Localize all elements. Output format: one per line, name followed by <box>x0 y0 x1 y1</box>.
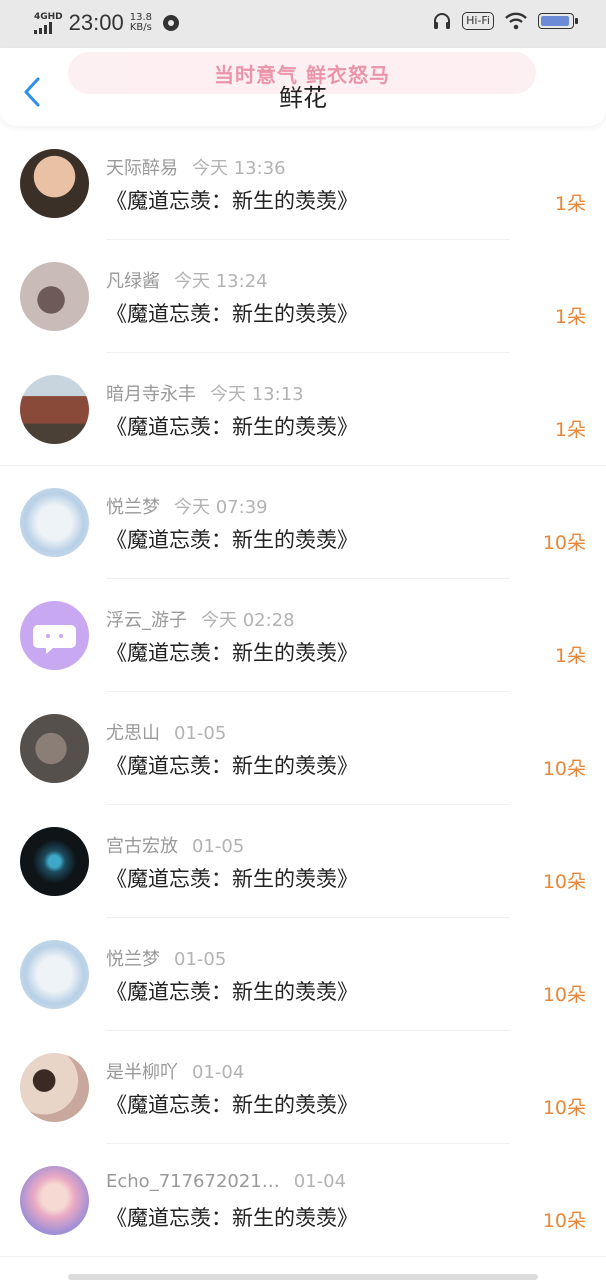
username[interactable]: 宫古宏放 <box>106 836 178 857</box>
user-line: 宫古宏放 01-05 <box>106 832 244 858</box>
book-title[interactable]: 《魔道忘羡：新生的羡羡》 <box>106 1202 358 1232</box>
avatar[interactable] <box>20 149 89 218</box>
book-title[interactable]: 《魔道忘羡：新生的羡羡》 <box>106 524 358 554</box>
avatar[interactable] <box>20 375 89 444</box>
avatar[interactable] <box>20 714 89 783</box>
flower-count: 1朵 <box>554 419 586 441</box>
battery-icon <box>538 13 578 29</box>
flower-count: 10朵 <box>542 758 586 780</box>
username[interactable]: 暗月寺永丰 <box>106 384 196 405</box>
user-line: 是半柳吖 01-04 <box>106 1058 244 1084</box>
book-title[interactable]: 《魔道忘羡：新生的羡羡》 <box>106 637 358 667</box>
user-line: 天际醉易 今天 13:36 <box>106 154 286 180</box>
book-title[interactable]: 《魔道忘羡：新生的羡羡》 <box>106 863 358 893</box>
list-item[interactable]: 天际醉易 今天 13:36 《魔道忘羡：新生的羡羡》 1朵 <box>0 127 606 240</box>
network-type: 4GHD <box>34 11 63 22</box>
flower-count: 10朵 <box>542 1097 586 1119</box>
avatar[interactable] <box>20 940 89 1009</box>
status-bar: 4GHD 23:00 13.8 KB/s Hi-Fi <box>0 0 606 48</box>
flower-count: 1朵 <box>554 193 586 215</box>
timestamp: 01-05 <box>192 836 245 857</box>
book-title[interactable]: 《魔道忘羡：新生的羡羡》 <box>106 298 358 328</box>
hifi-badge: Hi-Fi <box>462 12 494 30</box>
speed-unit: KB/s <box>129 22 152 33</box>
app-notification-icon <box>162 15 179 31</box>
timestamp: 01-04 <box>192 1062 245 1083</box>
timestamp: 今天 13:13 <box>210 384 304 405</box>
flower-count: 10朵 <box>542 871 586 893</box>
headphones-icon <box>434 13 451 29</box>
username[interactable]: 浮云_游子 <box>106 610 187 631</box>
book-title[interactable]: 《魔道忘羡：新生的羡羡》 <box>106 411 358 441</box>
timestamp: 01-05 <box>174 723 227 744</box>
flower-count: 10朵 <box>542 1210 586 1232</box>
chat-bubble-icon <box>33 625 76 654</box>
list-item[interactable]: 悦兰梦 01-05 《魔道忘羡：新生的羡羡》 10朵 <box>0 918 606 1031</box>
user-line: Echo_717672021… 01-04 <box>106 1171 346 1192</box>
username[interactable]: 是半柳吖 <box>106 1062 178 1083</box>
signal-icon <box>34 21 63 34</box>
list-item[interactable]: 浮云_游子 今天 02:28 《魔道忘羡：新生的羡羡》 1朵 <box>0 579 606 692</box>
page-title: 鲜花 <box>279 84 327 112</box>
timestamp: 01-04 <box>293 1171 347 1192</box>
list-item[interactable]: Echo_717672021… 01-04 《魔道忘羡：新生的羡羡》 10朵 <box>0 1144 606 1257</box>
user-line: 悦兰梦 01-05 <box>106 945 226 971</box>
username[interactable]: 悦兰梦 <box>106 497 160 518</box>
top-navigation: 当时意气 鲜衣怒马 鲜花 <box>0 48 606 126</box>
user-line: 凡绿酱 今天 13:24 <box>106 267 268 293</box>
avatar[interactable] <box>20 827 89 896</box>
book-title[interactable]: 《魔道忘羡：新生的羡羡》 <box>106 976 358 1006</box>
flower-count: 1朵 <box>554 306 586 328</box>
flower-count: 10朵 <box>542 532 586 554</box>
book-title[interactable]: 《魔道忘羡：新生的羡羡》 <box>106 1089 358 1119</box>
signal-indicator: 4GHD <box>34 11 63 34</box>
flower-count: 10朵 <box>542 984 586 1006</box>
avatar[interactable] <box>20 601 89 670</box>
user-line: 尤思山 01-05 <box>106 719 226 745</box>
divider <box>0 1256 606 1257</box>
timestamp: 今天 02:28 <box>201 610 295 631</box>
timestamp: 今天 07:39 <box>174 497 268 518</box>
list-item[interactable]: 暗月寺永丰 今天 13:13 《魔道忘羡：新生的羡羡》 1朵 <box>0 353 606 466</box>
avatar[interactable] <box>20 1053 89 1122</box>
wifi-icon <box>505 12 527 30</box>
book-title[interactable]: 《魔道忘羡：新生的羡羡》 <box>106 185 358 215</box>
avatar[interactable] <box>20 262 89 331</box>
flower-gift-list: 天际醉易 今天 13:36 《魔道忘羡：新生的羡羡》 1朵 凡绿酱 今天 13:24… <box>0 127 606 1257</box>
user-line: 悦兰梦 今天 07:39 <box>106 493 268 519</box>
list-item[interactable]: 悦兰梦 今天 07:39 《魔道忘羡：新生的羡羡》 10朵 <box>0 466 606 579</box>
username[interactable]: 尤思山 <box>106 723 160 744</box>
user-line: 暗月寺永丰 今天 13:13 <box>106 380 304 406</box>
timestamp: 今天 13:24 <box>174 271 268 292</box>
username[interactable]: 凡绿酱 <box>106 271 160 292</box>
timestamp: 今天 13:36 <box>192 158 286 179</box>
user-line: 浮云_游子 今天 02:28 <box>106 606 295 632</box>
clock: 23:00 <box>68 10 124 35</box>
avatar[interactable] <box>20 488 89 557</box>
username[interactable]: Echo_717672021… <box>106 1171 280 1192</box>
list-item[interactable]: 凡绿酱 今天 13:24 《魔道忘羡：新生的羡羡》 1朵 <box>0 240 606 353</box>
list-item[interactable]: 宫古宏放 01-05 《魔道忘羡：新生的羡羡》 10朵 <box>0 805 606 918</box>
flower-count: 1朵 <box>554 645 586 667</box>
book-title[interactable]: 《魔道忘羡：新生的羡羡》 <box>106 750 358 780</box>
network-speed: 13.8 KB/s <box>130 13 152 33</box>
username[interactable]: 悦兰梦 <box>106 949 160 970</box>
username[interactable]: 天际醉易 <box>106 158 178 179</box>
bottom-scroll-indicator <box>68 1274 538 1280</box>
timestamp: 01-05 <box>174 949 227 970</box>
avatar[interactable] <box>20 1166 89 1235</box>
list-item[interactable]: 尤思山 01-05 《魔道忘羡：新生的羡羡》 10朵 <box>0 692 606 805</box>
list-item[interactable]: 是半柳吖 01-04 《魔道忘羡：新生的羡羡》 10朵 <box>0 1031 606 1144</box>
